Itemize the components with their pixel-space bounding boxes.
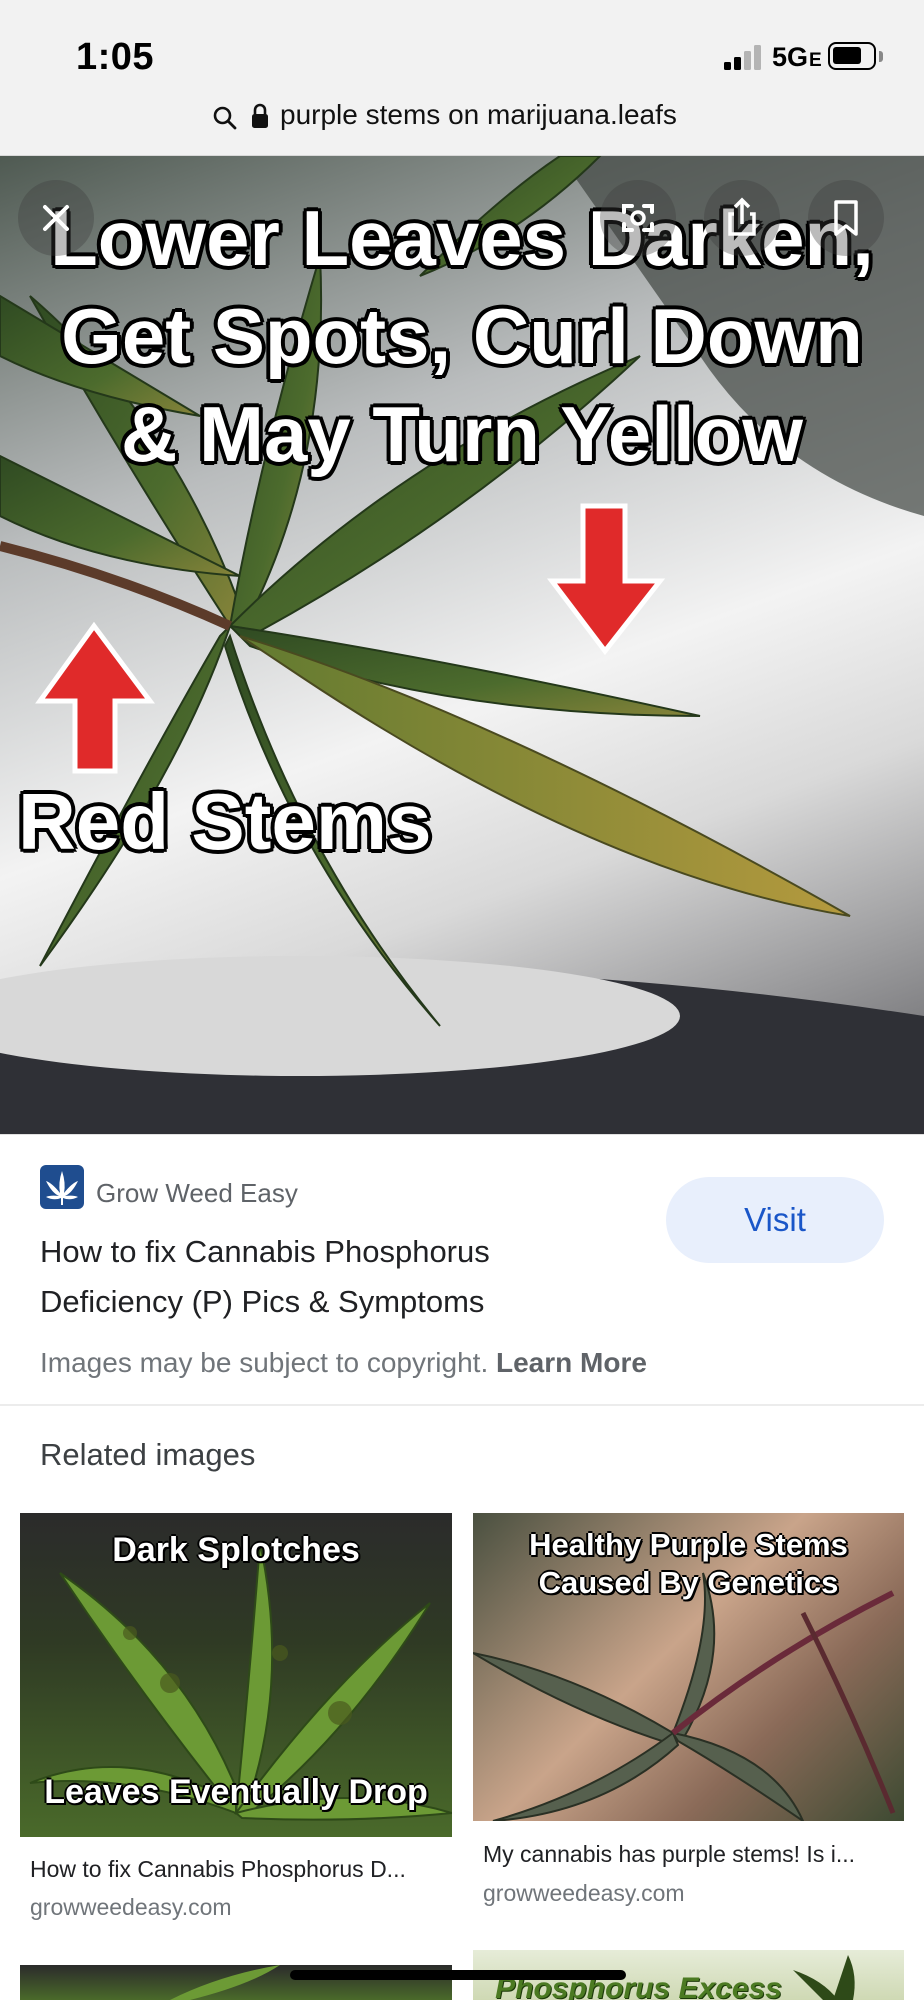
close-button[interactable] xyxy=(18,180,94,256)
home-indicator[interactable] xyxy=(290,1970,626,1980)
site-logo-icon xyxy=(40,1165,84,1209)
share-icon xyxy=(728,197,756,236)
learn-more-link[interactable]: Learn More xyxy=(496,1347,647,1378)
related-title[interactable]: My cannabis has purple stems! Is i... xyxy=(483,1841,901,1868)
network-indicator: 5GE xyxy=(772,42,822,72)
status-bar: 1:05 5GE xyxy=(0,0,924,100)
thumbnail-caption-top: Healthy Purple Stems xyxy=(529,1527,848,1562)
related-image-card[interactable]: Healthy Purple Stems Caused By Genetics … xyxy=(473,1513,904,1933)
related-thumbnail[interactable]: Healthy Purple Stems Caused By Genetics xyxy=(473,1513,904,1821)
thumbnail-caption-bottom: Caused By Genetics xyxy=(538,1565,839,1600)
site-name[interactable]: Grow Weed Easy xyxy=(96,1178,298,1209)
hero-headline-line-1: Lower Leaves Darken, xyxy=(50,194,874,282)
related-images-heading: Related images xyxy=(40,1437,256,1472)
visit-button[interactable]: Visit xyxy=(666,1177,884,1263)
url-text[interactable]: purple stems on marijuana.leafs xyxy=(280,99,677,131)
hero-caption: Red Stems xyxy=(18,777,432,866)
lens-icon xyxy=(622,204,654,232)
bookmark-button[interactable] xyxy=(808,180,884,256)
hero-headline-line-3: & May Turn Yellow xyxy=(121,390,803,478)
clock: 1:05 xyxy=(76,36,155,78)
red-arrow-up xyxy=(35,621,155,774)
result-title[interactable]: How to fix Cannabis Phosphorus Deficienc… xyxy=(40,1227,600,1327)
result-info: Grow Weed Easy How to fix Cannabis Phosp… xyxy=(0,1134,924,1404)
thumbnail-caption-bottom: Leaves Eventually Drop xyxy=(44,1773,428,1811)
hero-headline-line-2: Get Spots, Curl Down xyxy=(61,292,863,380)
related-domain: growweedeasy.com xyxy=(30,1894,232,1920)
lens-button[interactable] xyxy=(600,180,676,256)
copyright-notice: Images may be subject to copyright. Lear… xyxy=(40,1347,647,1378)
battery-icon xyxy=(828,42,876,70)
thumbnail-caption-top: Dark Splotches xyxy=(112,1531,360,1569)
related-title[interactable]: How to fix Cannabis Phosphorus D... xyxy=(30,1856,450,1883)
close-icon xyxy=(43,205,69,231)
related-image-card[interactable]: Dark Splotches Leaves Eventually Drop Ho… xyxy=(20,1513,452,1933)
share-button[interactable] xyxy=(704,180,780,256)
red-arrow-down xyxy=(546,503,666,656)
section-divider xyxy=(0,1404,924,1406)
cellular-signal-icon xyxy=(724,44,768,70)
hero-image: Lower Leaves Darken, Get Spots, Curl Dow… xyxy=(0,156,924,1134)
related-domain: growweedeasy.com xyxy=(483,1880,685,1906)
search-icon xyxy=(213,106,237,130)
related-thumbnail[interactable]: Dark Splotches Leaves Eventually Drop xyxy=(20,1513,452,1837)
bookmark-icon xyxy=(834,200,858,236)
lock-icon xyxy=(252,103,268,128)
